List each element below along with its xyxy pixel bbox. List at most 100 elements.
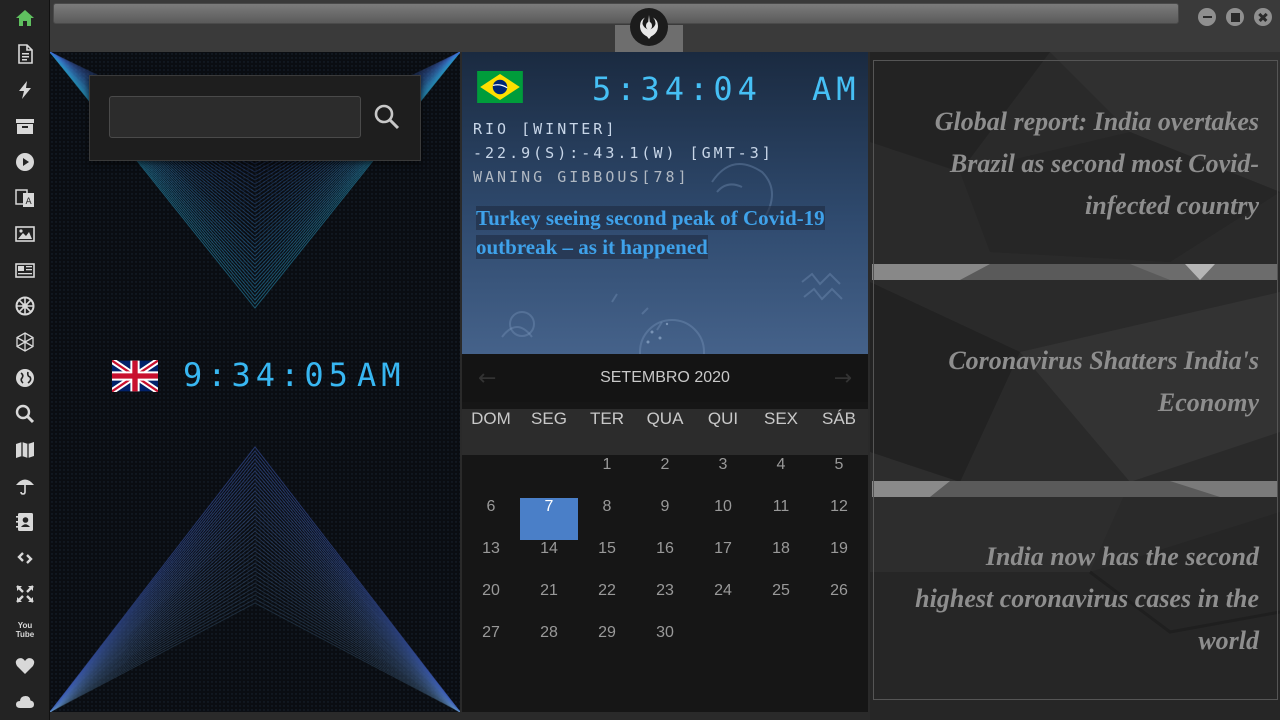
minimize-icon[interactable] xyxy=(1198,8,1216,26)
news-headline-link[interactable]: Turkey seeing second peak of Covid-19 ou… xyxy=(476,204,846,262)
calendar-day[interactable]: 2 xyxy=(636,456,694,498)
home-icon[interactable] xyxy=(13,6,37,30)
calendar-day[interactable]: 22 xyxy=(578,582,636,624)
weekday-label: SÁB xyxy=(821,409,857,428)
empire-icon[interactable] xyxy=(13,294,37,318)
weekday-label: DOM xyxy=(471,409,511,428)
weekday-label: TER xyxy=(590,409,624,428)
calendar-day-today[interactable]: 7 xyxy=(520,498,578,540)
link-icon[interactable] xyxy=(13,546,37,570)
rio-coordinates: -22.9(S):-43.1(W) [GMT-3] xyxy=(473,144,774,162)
rio-location: RIO [WINTER] xyxy=(473,120,618,138)
image-icon[interactable] xyxy=(13,222,37,246)
calendar-day[interactable]: 28 xyxy=(520,624,578,666)
calendar-prev-button[interactable]: ← xyxy=(478,366,496,391)
calendar-next-button[interactable]: → xyxy=(834,366,852,391)
calendar-day[interactable]: 13 xyxy=(462,540,520,582)
search-box xyxy=(89,75,421,161)
calendar-day[interactable]: 9 xyxy=(636,498,694,540)
magnifier-icon xyxy=(374,104,400,130)
search-button[interactable] xyxy=(370,100,404,134)
calendar-empty-cell xyxy=(520,456,578,498)
calendar-day[interactable]: 8 xyxy=(578,498,636,540)
weekday-label: QUI xyxy=(707,409,739,428)
rio-clock-time: 5:34:04 xyxy=(592,70,762,108)
umbrella-icon[interactable] xyxy=(13,474,37,498)
maximize-icon[interactable] xyxy=(1226,8,1244,26)
weekday-label: QUA xyxy=(646,409,684,428)
cloud-icon[interactable] xyxy=(13,690,37,714)
weekday-label: SEG xyxy=(531,409,567,428)
calendar-day[interactable]: 15 xyxy=(578,540,636,582)
calendar-header: ← SETEMBRO 2020 → xyxy=(462,354,868,402)
news-panel: Global report: India overtakes Brazil as… xyxy=(870,52,1280,720)
calendar-weekdays: DOM SEG TER QUA QUI SEX SÁB xyxy=(462,409,868,455)
calendar-empty-cell xyxy=(810,624,868,666)
calendar-day[interactable]: 11 xyxy=(752,498,810,540)
calendar-day[interactable]: 19 xyxy=(810,540,868,582)
calendar-day[interactable]: 21 xyxy=(520,582,578,624)
calendar-day[interactable]: 10 xyxy=(694,498,752,540)
rio-clock-panel: 5:34:04 AM RIO [WINTER] -22.9(S):-43.1(W… xyxy=(462,52,868,354)
top-bar xyxy=(50,0,1280,52)
calendar-week-row: 6 7 8 9 10 11 12 xyxy=(462,498,868,540)
archive-icon[interactable] xyxy=(13,114,37,138)
calendar-day[interactable]: 24 xyxy=(694,582,752,624)
news-item-2[interactable]: Coronavirus Shatters India's Economy xyxy=(899,340,1259,424)
news-headline-text: Turkey seeing second peak of Covid-19 ou… xyxy=(476,206,825,259)
calendar-day[interactable]: 25 xyxy=(752,582,810,624)
youtube-icon[interactable]: You Tube xyxy=(13,618,37,642)
calendar-day[interactable]: 23 xyxy=(636,582,694,624)
calendar-day[interactable]: 17 xyxy=(694,540,752,582)
translate-icon[interactable]: A xyxy=(13,186,37,210)
calendar-week-row: 13 14 15 16 17 18 19 xyxy=(462,540,868,582)
calendar-day[interactable]: 5 xyxy=(810,456,868,498)
uk-flag-icon xyxy=(112,360,158,392)
brazil-flag-icon xyxy=(477,71,523,103)
hexagon-icon[interactable] xyxy=(13,330,37,354)
top-address-bar[interactable] xyxy=(53,3,1179,24)
contacts-icon[interactable] xyxy=(13,510,37,534)
lightning-icon[interactable] xyxy=(13,78,37,102)
calendar-empty-cell xyxy=(752,624,810,666)
news-item-1[interactable]: Global report: India overtakes Brazil as… xyxy=(899,101,1259,227)
calendar-day[interactable]: 4 xyxy=(752,456,810,498)
play-icon[interactable] xyxy=(13,150,37,174)
calendar-day[interactable]: 27 xyxy=(462,624,520,666)
calendar-day[interactable]: 14 xyxy=(520,540,578,582)
globe-icon[interactable] xyxy=(13,366,37,390)
uk-clock-ampm: AM xyxy=(357,356,406,394)
moon-phase: WANING GIBBOUS[78] xyxy=(473,168,690,186)
search-input[interactable] xyxy=(109,96,361,138)
calendar-day[interactable]: 1 xyxy=(578,456,636,498)
calendar-day[interactable]: 18 xyxy=(752,540,810,582)
map-icon[interactable] xyxy=(13,438,37,462)
expand-icon[interactable] xyxy=(13,582,37,606)
calendar-empty-cell xyxy=(694,624,752,666)
calendar-day[interactable]: 12 xyxy=(810,498,868,540)
world-clock-panel: 9:34:05 AM xyxy=(50,52,460,712)
document-icon[interactable] xyxy=(13,42,37,66)
calendar: ← SETEMBRO 2020 → DOM SEG TER QUA QUI SEX SÁB … xyxy=(462,354,868,712)
weekday-label: SEX xyxy=(763,409,799,428)
calendar-day[interactable]: 3 xyxy=(694,456,752,498)
calendar-empty-cell xyxy=(462,456,520,498)
calendar-day[interactable]: 26 xyxy=(810,582,868,624)
calendar-day[interactable]: 16 xyxy=(636,540,694,582)
uk-clock-time: 9:34:05 xyxy=(183,356,353,394)
calendar-day[interactable]: 20 xyxy=(462,582,520,624)
calendar-day[interactable]: 29 xyxy=(578,624,636,666)
calendar-week-row: 20 21 22 23 24 25 26 xyxy=(462,582,868,624)
close-icon[interactable] xyxy=(1254,8,1272,26)
calendar-day[interactable]: 30 xyxy=(636,624,694,666)
rio-clock-ampm: AM xyxy=(812,70,861,108)
heart-icon[interactable] xyxy=(13,654,37,678)
rebel-alliance-icon[interactable] xyxy=(630,8,668,46)
calendar-week-row: 12345 xyxy=(462,456,868,498)
sidebar: A You Tube xyxy=(0,0,50,720)
newspaper-icon[interactable] xyxy=(13,258,37,282)
search-icon[interactable] xyxy=(13,402,37,426)
svg-text:A: A xyxy=(26,197,33,207)
news-item-3[interactable]: India now has the second highest coronav… xyxy=(909,536,1259,662)
calendar-day[interactable]: 6 xyxy=(462,498,520,540)
